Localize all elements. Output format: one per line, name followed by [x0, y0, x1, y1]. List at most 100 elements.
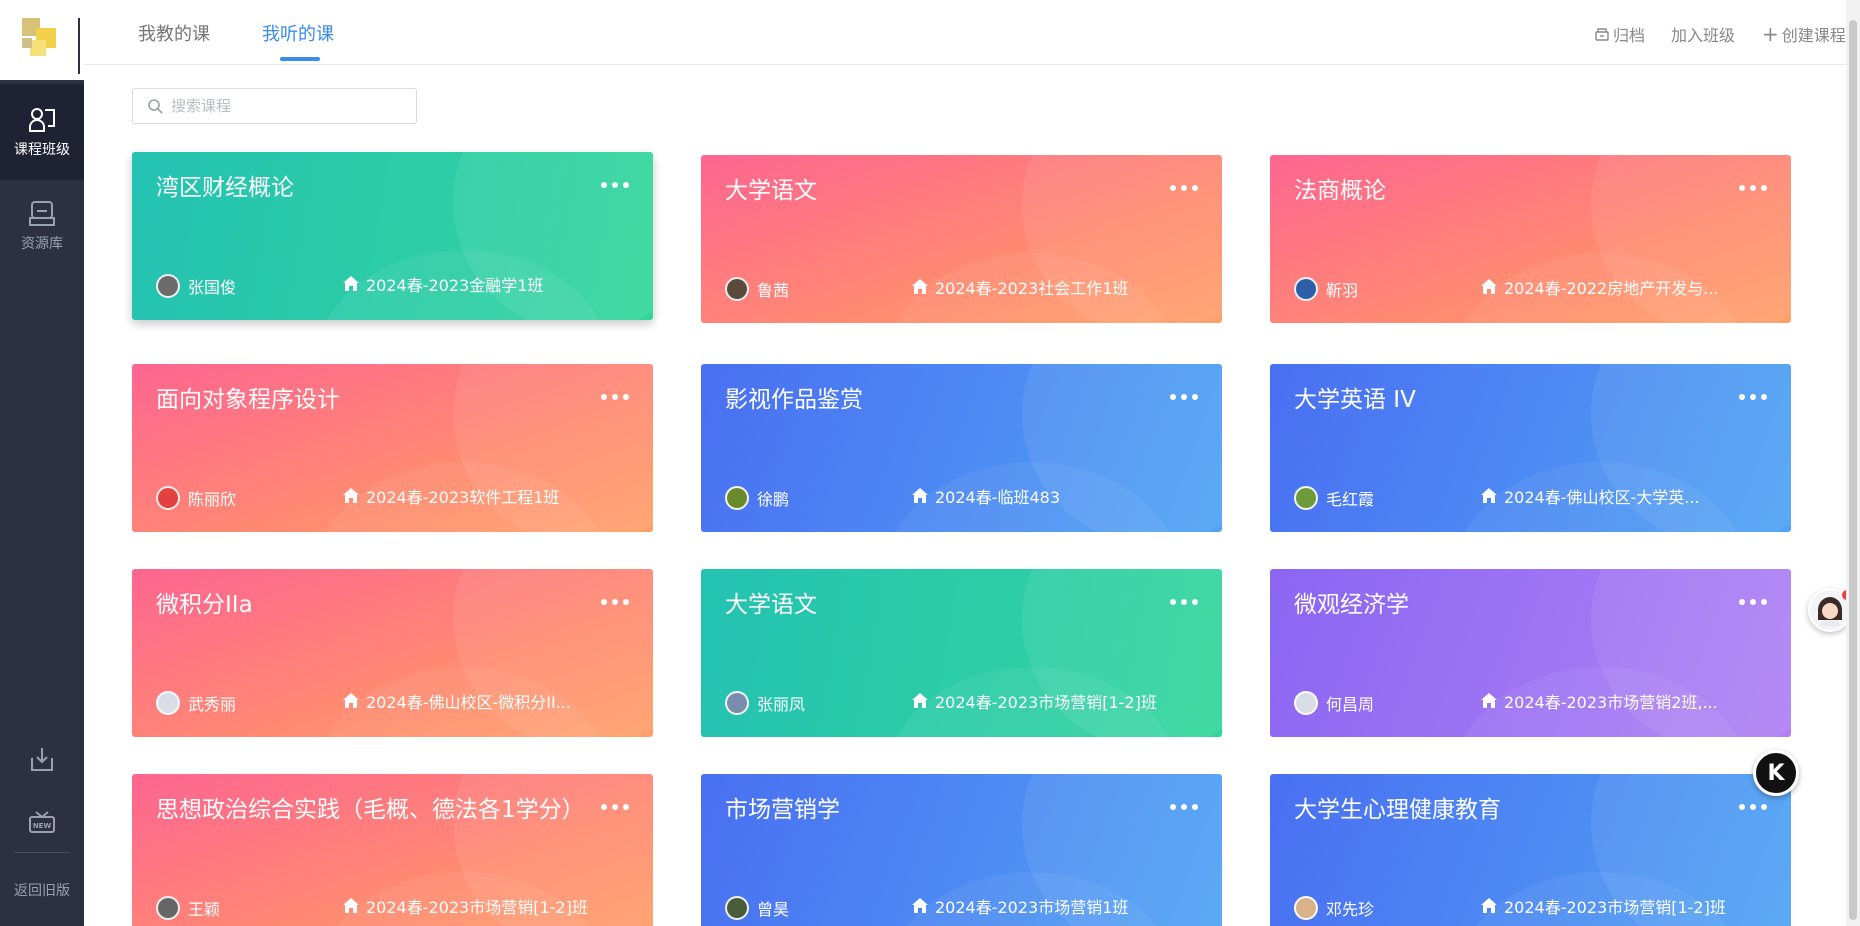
course-card[interactable]: 市场营销学曾昊 2024春-2023市场营销1班 [701, 774, 1222, 926]
more-options-icon[interactable] [1170, 392, 1198, 402]
class-info: 2024春-2023社会工作1班 [911, 275, 1128, 299]
course-title: 微积分IIa [156, 592, 253, 618]
course-title: 湾区财经概论 [156, 175, 294, 201]
avatar [156, 274, 180, 298]
course-card[interactable]: 大学语文 鲁茜 2024春-2023社会工作1班 [701, 155, 1222, 323]
house-icon [343, 276, 359, 291]
teacher-info: 靳羽 [1294, 277, 1358, 301]
teacher-info: 毛红霞 [1294, 486, 1374, 510]
class-info: 2024春-2023金融学1班 [342, 272, 543, 296]
course-title: 大学生心理健康教育 [1294, 797, 1501, 823]
more-options-icon[interactable] [601, 392, 629, 402]
course-title: 影视作品鉴赏 [725, 387, 863, 413]
course-card[interactable]: 面向对象程序设计 陈丽欣 2024春-2023软件工程1班 [132, 364, 653, 532]
class-info: 2024春-2023市场营销[1-2]班 [911, 689, 1157, 713]
archive-label: 归档 [1613, 26, 1646, 45]
back-to-old-version-link[interactable]: 返回旧版 [0, 880, 84, 900]
teacher-name: 曾昊 [757, 900, 790, 919]
more-options-icon[interactable] [601, 802, 629, 812]
course-card[interactable]: 影视作品鉴赏徐鹏 2024春-临班483 [701, 364, 1222, 532]
teacher-info: 曾昊 [725, 896, 789, 920]
avatar [725, 277, 749, 301]
k-helper-button[interactable]: K [1753, 750, 1799, 796]
course-title: 市场营销学 [725, 797, 840, 823]
class-info: 2024春-2023软件工程1班 [342, 484, 559, 508]
avatar [725, 691, 749, 715]
tab-auditing[interactable]: 我听的课 [262, 20, 334, 46]
course-title: 法商概论 [1294, 178, 1386, 204]
class-name: 2024春-2023软件工程1班 [366, 488, 560, 507]
tab-teaching[interactable]: 我教的课 [138, 20, 210, 46]
course-card[interactable]: 湾区财经概论张国俊 2024春-2023金融学1班 [132, 152, 653, 320]
course-card[interactable]: 微观经济学 何昌周 2024春-2023市场营销2班,... [1270, 569, 1791, 737]
avatar [156, 486, 180, 510]
house-icon [343, 693, 359, 708]
search-input[interactable] [171, 97, 401, 115]
sidebar-item-classes[interactable]: 课程班级 [0, 84, 84, 180]
class-name: 2024春-2023市场营销[1-2]班 [1504, 898, 1726, 917]
teacher-name: 邓先珍 [1326, 900, 1375, 919]
sidebar-item-library[interactable]: 资源库 [0, 178, 84, 274]
more-options-icon[interactable] [1170, 597, 1198, 607]
avatar [725, 486, 749, 510]
page-scrollbar[interactable] [1846, 0, 1860, 926]
house-icon [343, 898, 359, 913]
course-card[interactable]: 微积分IIa 武秀丽 2024春-佛山校区-微积分II... [132, 569, 653, 737]
teacher-name: 张丽凤 [757, 695, 806, 714]
house-icon [912, 898, 928, 913]
avatar [725, 896, 749, 920]
more-options-icon[interactable] [601, 597, 629, 607]
class-info: 2024春-佛山校区-大学英... [1480, 484, 1700, 508]
avatar [1294, 277, 1318, 301]
more-options-icon[interactable] [1739, 802, 1767, 812]
class-name: 2024春-2023金融学1班 [366, 276, 544, 295]
teacher-info: 武秀丽 [156, 691, 236, 715]
more-options-icon[interactable] [1170, 802, 1198, 812]
create-course-button[interactable]: + 创建课程 [1762, 22, 1846, 46]
course-card[interactable]: 大学语文 张丽凤 2024春-2023市场营销[1-2]班 [701, 569, 1222, 737]
more-options-icon[interactable] [1739, 597, 1767, 607]
course-card[interactable]: 法商概论 靳羽 2024春-2022房地产开发与... [1270, 155, 1791, 323]
teacher-info: 何昌周 [1294, 691, 1374, 715]
teacher-info: 张国俊 [156, 274, 236, 298]
course-card[interactable]: 大学生心理健康教育邓先珍 2024春-2023市场营销[1-2]班 [1270, 774, 1791, 926]
avatar [1294, 691, 1318, 715]
house-icon [1481, 279, 1497, 294]
class-name: 2024春-佛山校区-大学英... [1504, 488, 1700, 507]
teacher-name: 张国俊 [188, 278, 237, 297]
class-info: 2024春-2023市场营销[1-2]班 [342, 894, 588, 918]
class-info: 2024春-2023市场营销[1-2]班 [1480, 894, 1726, 918]
course-card[interactable]: 思想政治综合实践（毛概、德法各1学分） 王颖 2024春-2023市场营销[1-2]… [132, 774, 653, 926]
scrollbar-thumb[interactable] [1849, 20, 1857, 920]
teacher-name: 王颖 [188, 900, 221, 919]
course-title: 微观经济学 [1294, 592, 1409, 618]
sidebar-item-label: 资源库 [21, 236, 63, 252]
download-icon[interactable] [26, 744, 58, 776]
teacher-name: 徐鹏 [757, 490, 790, 509]
class-name: 2024春-临班483 [935, 488, 1061, 507]
sidebar-item-label: 课程班级 [14, 142, 70, 158]
teacher-info: 陈丽欣 [156, 486, 236, 510]
teacher-info: 徐鹏 [725, 486, 789, 510]
app-root: 课程班级 资源库 NEW 返回旧版 我教的课 我听的课 归档 加入班级 + 创建… [0, 0, 1860, 926]
class-name: 2024春-2023市场营销1班 [935, 898, 1129, 917]
avatar [1294, 896, 1318, 920]
course-title: 大学语文 [725, 178, 817, 204]
course-card[interactable]: 大学英语 IV 毛红霞 2024春-佛山校区-大学英... [1270, 364, 1791, 532]
new-feature-icon[interactable]: NEW [26, 806, 58, 838]
join-class-button[interactable]: 加入班级 [1671, 22, 1735, 46]
class-name: 2024春-2023社会工作1班 [935, 279, 1129, 298]
avatar [1294, 486, 1318, 510]
more-options-icon[interactable] [1739, 392, 1767, 402]
archive-button[interactable]: 归档 [1594, 22, 1645, 46]
more-options-icon[interactable] [1739, 183, 1767, 193]
active-tab-indicator [280, 57, 320, 61]
more-options-icon[interactable] [601, 180, 629, 190]
house-icon [1481, 488, 1497, 503]
teacher-name: 陈丽欣 [188, 490, 237, 509]
sidebar-divider [14, 852, 70, 853]
more-options-icon[interactable] [1170, 183, 1198, 193]
house-icon [343, 488, 359, 503]
course-search [132, 88, 417, 124]
avatar [156, 896, 180, 920]
